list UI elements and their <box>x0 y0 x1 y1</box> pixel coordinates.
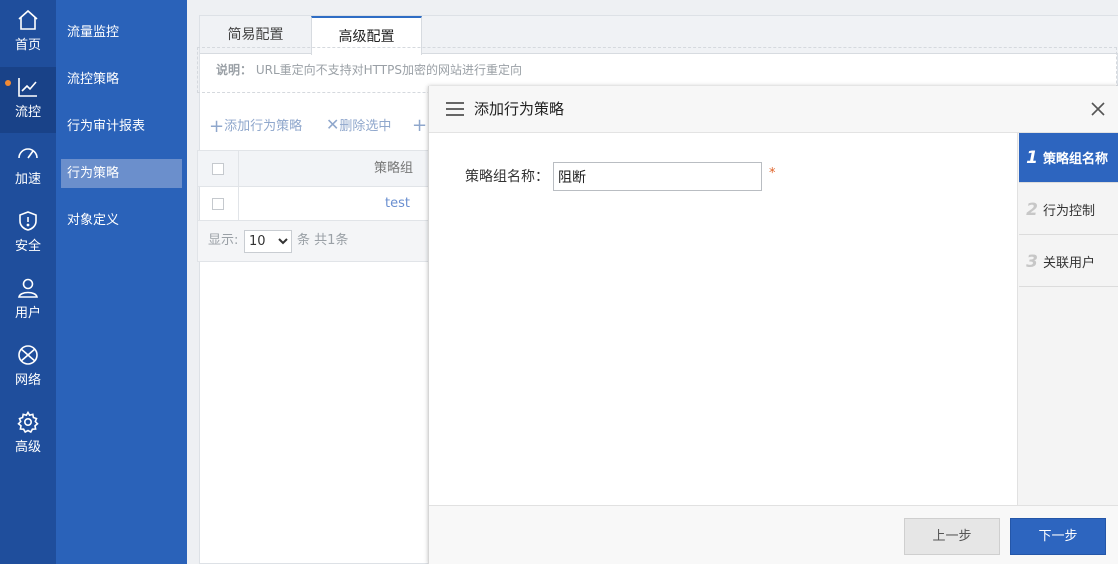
plus-icon: + <box>412 115 428 136</box>
close-icon[interactable] <box>1087 98 1109 120</box>
nav-item-security[interactable]: 安全 <box>0 201 56 267</box>
user-icon <box>18 278 38 298</box>
step-associate-users[interactable]: 3 关联用户 <box>1019 237 1118 287</box>
step-label: 行为控制 <box>1043 204 1096 219</box>
required-mark: * <box>769 166 776 181</box>
step-number: 3 <box>1026 252 1038 272</box>
policy-name-link[interactable]: test <box>385 187 410 221</box>
nav-label-advanced: 高级 <box>14 440 41 455</box>
more-add-button[interactable]: + <box>412 115 427 136</box>
nav-item-user[interactable]: 用户 <box>0 268 56 334</box>
nav-item-home[interactable]: 首页 <box>0 0 56 66</box>
nav-label-network: 网络 <box>14 373 41 388</box>
delete-selected-button[interactable]: ✕删除选中 <box>326 115 391 134</box>
nav-item-acceleration[interactable]: 加速 <box>0 134 56 200</box>
nav-label-acceleration: 加速 <box>14 172 41 187</box>
nav-label-security: 安全 <box>14 239 41 254</box>
notice-label: 说明： <box>216 63 253 77</box>
sub-item-audit-report[interactable]: 行为审计报表 <box>61 112 182 141</box>
policy-table: 策略组 test 显示: 10 条 共1条 <box>197 150 438 262</box>
globe-icon <box>18 345 38 365</box>
nav-label-flow-control: 流控 <box>14 105 41 120</box>
home-icon <box>18 9 38 30</box>
nav-label-user: 用户 <box>14 306 41 321</box>
cross-icon: ✕ <box>326 115 340 134</box>
row-checkbox[interactable] <box>212 198 224 210</box>
sub-menu: 流量监控 流控策略 行为审计报表 行为策略 对象定义 <box>56 0 187 564</box>
sub-item-object-definition[interactable]: 对象定义 <box>61 206 182 235</box>
dialog-title: 添加行为策略 <box>474 100 565 118</box>
column-header-name: 策略组 <box>374 161 414 176</box>
notice-text: URL重定向不支持对HTTPS加密的网站进行重定向 <box>255 63 522 77</box>
gear-icon <box>17 410 39 434</box>
previous-step-button[interactable]: 上一步 <box>904 518 1000 555</box>
wizard-steps: 1 策略组名称 2 行为控制 3 关联用户 <box>1017 133 1118 505</box>
policy-group-name-input[interactable] <box>553 162 762 191</box>
step-behavior-control[interactable]: 2 行为控制 <box>1019 185 1118 235</box>
nav-item-network[interactable]: 网络 <box>0 335 56 401</box>
nav-item-flow-control[interactable]: 流控 <box>0 67 56 133</box>
shield-icon <box>19 211 37 231</box>
nav-label-home: 首页 <box>14 38 41 53</box>
add-policy-button[interactable]: +添加行为策略 <box>209 115 302 137</box>
table-header: 策略组 <box>198 151 438 187</box>
speedometer-icon <box>18 148 38 159</box>
dialog-footer: 上一步 下一步 <box>429 505 1118 564</box>
record-count: 条 共1条 <box>297 233 349 248</box>
main-nav: 首页 流控 加速 安全 用户 网络 高级 <box>0 0 56 564</box>
nav-item-advanced[interactable]: 高级 <box>0 402 56 468</box>
active-indicator-dot <box>5 80 11 86</box>
next-step-button[interactable]: 下一步 <box>1010 518 1106 555</box>
step-number: 1 <box>1026 148 1038 168</box>
plus-icon: + <box>209 116 225 137</box>
sub-item-behavior-policy[interactable]: 行为策略 <box>61 159 182 188</box>
page-size-label: 显示: <box>208 233 239 248</box>
table-row[interactable]: test <box>198 187 438 221</box>
page-size-select[interactable]: 10 <box>244 230 292 253</box>
step-label: 关联用户 <box>1043 256 1096 271</box>
step-policy-group-name[interactable]: 1 策略组名称 <box>1019 133 1118 183</box>
policy-group-name-label: 策略组名称： <box>465 169 549 185</box>
select-all-checkbox[interactable] <box>212 163 224 175</box>
dialog-header: 添加行为策略 <box>429 86 1118 133</box>
add-policy-label: 添加行为策略 <box>224 119 303 134</box>
menu-icon <box>446 102 464 116</box>
add-policy-dialog: 添加行为策略 策略组名称： * 1 策略组名称 2 行为控制 3 关联用户 上一步 下… <box>428 86 1118 564</box>
chart-line-icon <box>18 78 37 97</box>
sub-item-flow-policy[interactable]: 流控策略 <box>61 65 182 94</box>
pagination: 显示: 10 条 共1条 <box>198 221 438 261</box>
delete-selected-label: 删除选中 <box>339 119 392 134</box>
sub-item-traffic-monitor[interactable]: 流量监控 <box>61 18 182 47</box>
step-number: 2 <box>1026 200 1038 220</box>
step-label: 策略组名称 <box>1043 152 1109 167</box>
